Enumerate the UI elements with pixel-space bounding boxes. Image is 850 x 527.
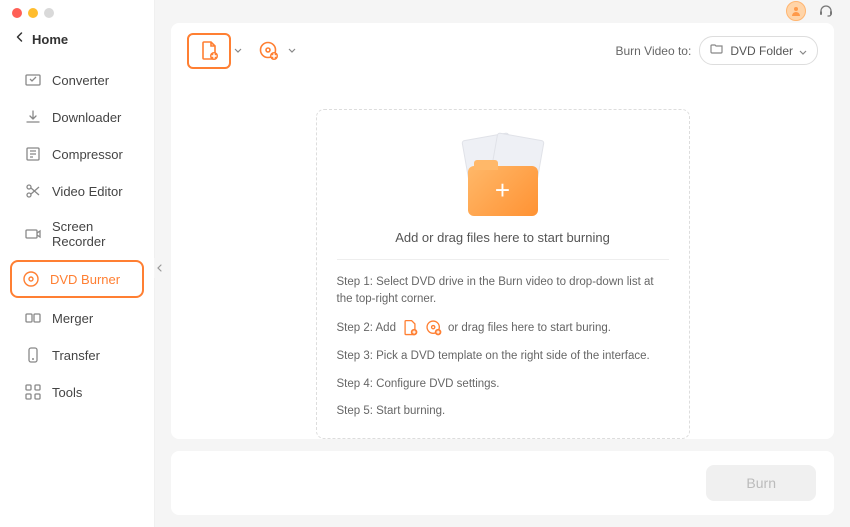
window-controls [0,8,154,22]
burn-button[interactable]: Burn [706,465,816,501]
sidebar: Home Converter Downloader Compressor Vid… [0,0,155,527]
folder-icon [710,41,724,60]
download-icon [24,108,42,126]
drop-zone[interactable]: + Add or drag files here to start burnin… [316,109,690,439]
scissors-icon [24,182,42,200]
chevron-left-icon [14,30,26,48]
burn-to-select[interactable]: DVD Folder [699,36,818,65]
support-button[interactable] [816,1,836,21]
sidebar-item-label: Video Editor [52,184,123,199]
sidebar-item-merger[interactable]: Merger [14,301,144,335]
main-area: Burn Video to: DVD Folder + Add or drag … [155,0,850,527]
add-file-icon [400,318,420,338]
footer-card: Burn [171,451,834,515]
drop-visual: + Add or drag files here to start burnin… [337,136,669,259]
toolbar: Burn Video to: DVD Folder [171,23,834,79]
minimize-window-button[interactable] [28,8,38,18]
top-bar [155,0,850,23]
recorder-icon [24,225,42,243]
sidebar-item-tools[interactable]: Tools [14,375,144,409]
maximize-window-button[interactable] [44,8,54,18]
sidebar-item-label: Screen Recorder [52,219,134,249]
folder-plus-illustration: + [448,136,558,216]
sidebar-item-label: DVD Burner [50,272,120,287]
step-4: Step 4: Configure DVD settings. [337,376,669,393]
merger-icon [24,309,42,327]
collapse-sidebar-button[interactable] [154,258,166,278]
step-2: Step 2: Add or drag files here to start … [337,318,669,338]
step-5: Step 5: Start burning. [337,403,669,420]
sidebar-item-dvd-burner[interactable]: DVD Burner [10,260,144,298]
sidebar-item-screen-recorder[interactable]: Screen Recorder [14,211,144,257]
sidebar-item-label: Tools [52,385,82,400]
sidebar-item-transfer[interactable]: Transfer [14,338,144,372]
add-disc-icon [424,318,444,338]
transfer-icon [24,346,42,364]
sidebar-item-label: Converter [52,73,109,88]
compressor-icon [24,145,42,163]
add-file-button[interactable] [187,33,231,69]
sidebar-item-label: Compressor [52,147,123,162]
burn-to-value: DVD Folder [730,44,793,58]
add-disc-dropdown[interactable] [285,48,299,53]
tools-icon [24,383,42,401]
sidebar-item-converter[interactable]: Converter [14,63,144,97]
sidebar-item-label: Merger [52,311,93,326]
close-window-button[interactable] [12,8,22,18]
converter-icon [24,71,42,89]
user-avatar-button[interactable] [786,1,806,21]
sidebar-item-compressor[interactable]: Compressor [14,137,144,171]
home-label: Home [32,32,68,47]
disc-icon [22,270,40,288]
step-1: Step 1: Select DVD drive in the Burn vid… [337,274,669,309]
instructions: Step 1: Select DVD drive in the Burn vid… [337,259,669,420]
content-card: Burn Video to: DVD Folder + Add or drag … [171,23,834,439]
add-disc-button[interactable] [253,35,285,67]
sidebar-item-label: Downloader [52,110,121,125]
sidebar-item-label: Transfer [52,348,100,363]
sidebar-item-downloader[interactable]: Downloader [14,100,144,134]
chevron-down-icon [799,42,807,60]
step-3: Step 3: Pick a DVD template on the right… [337,348,669,365]
add-file-dropdown[interactable] [231,48,245,53]
burn-to-label: Burn Video to: [615,44,691,58]
sidebar-item-video-editor[interactable]: Video Editor [14,174,144,208]
drop-text: Add or drag files here to start burning [395,230,610,245]
home-button[interactable]: Home [0,22,154,60]
